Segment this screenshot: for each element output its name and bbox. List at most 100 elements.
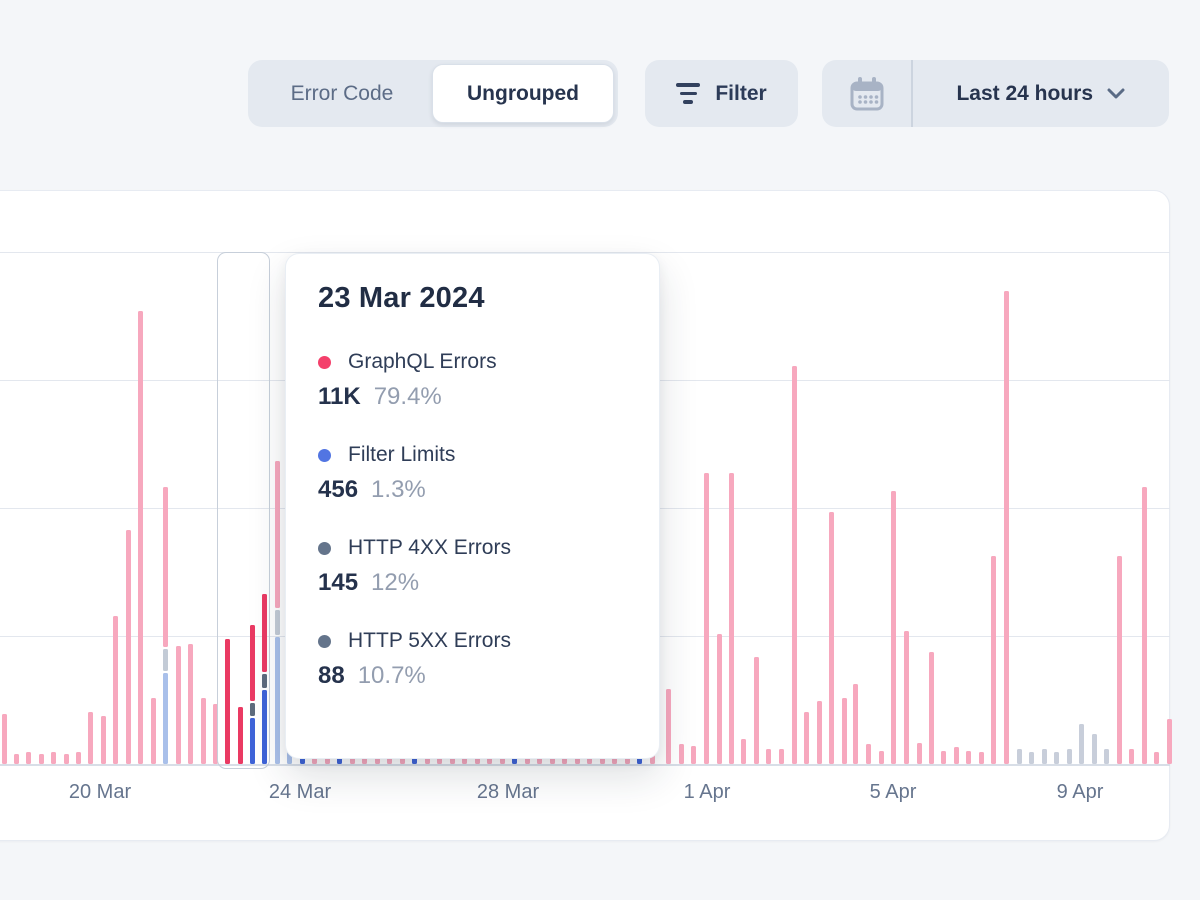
chart-bar[interactable]	[88, 712, 93, 764]
bar-segment-graphql-errors-dimmed	[842, 698, 847, 764]
chart-bar[interactable]	[779, 749, 784, 764]
filter-limits-dot-icon	[318, 449, 331, 462]
http-5xx-dot-icon	[318, 635, 331, 648]
chart-bar[interactable]	[1092, 734, 1097, 764]
tooltip-entry-label: HTTP 5XX Errors	[348, 629, 511, 653]
bar-segment-graphql-errors-dimmed	[691, 746, 696, 764]
calendar-icon-button[interactable]	[822, 60, 911, 127]
bar-segment-http-errors-dimmed	[275, 610, 280, 635]
chart-bar[interactable]	[14, 754, 19, 764]
chart-bar[interactable]	[1142, 487, 1147, 764]
bar-segment-graphql-errors-dimmed	[754, 657, 759, 764]
chart-bar[interactable]	[991, 556, 996, 764]
tooltip-entry-percent: 1.3%	[371, 476, 426, 504]
chart-bar[interactable]	[842, 698, 847, 764]
chart-bar[interactable]	[741, 739, 746, 764]
chart-bar[interactable]	[666, 689, 671, 764]
chart-bar[interactable]	[64, 754, 69, 764]
chart-bar[interactable]	[1054, 752, 1059, 764]
filter-button[interactable]: Filter	[645, 60, 798, 127]
x-axis-tick-label: 28 Mar	[477, 781, 539, 804]
tab-ungrouped[interactable]: Ungrouped	[432, 64, 614, 123]
chart-bar[interactable]	[188, 644, 193, 764]
bar-segment-graphql-errors-dimmed	[717, 634, 722, 764]
date-range-button[interactable]: Last 24 hours	[822, 60, 1169, 127]
date-range-selector[interactable]: Last 24 hours	[913, 82, 1170, 106]
tooltip-entry-label: HTTP 4XX Errors	[348, 536, 511, 560]
chart-bar[interactable]	[138, 311, 143, 764]
grouping-segmented-control: Error Code Ungrouped	[248, 60, 618, 127]
chart-bar[interactable]	[201, 698, 206, 764]
bar-segment-http-errors-other	[1029, 752, 1034, 764]
tooltip-entry-value: 11K	[318, 383, 361, 411]
chart-bar[interactable]	[39, 754, 44, 764]
chart-bar[interactable]	[979, 752, 984, 764]
chart-bar[interactable]	[113, 616, 118, 764]
chart-bar[interactable]	[1004, 291, 1009, 764]
bar-segment-graphql-errors-dimmed	[979, 752, 984, 764]
chart-bar[interactable]	[151, 698, 156, 764]
chart-bar[interactable]	[126, 530, 131, 764]
chart-bar[interactable]	[792, 366, 797, 764]
chart-bar[interactable]	[1167, 719, 1172, 764]
chart-bar[interactable]	[1029, 752, 1034, 764]
tooltip-entry-http-5xx: HTTP 5XX Errors 88 10.7%	[318, 629, 627, 690]
chart-bar[interactable]	[829, 512, 834, 764]
bar-segment-graphql-errors-dimmed	[113, 616, 118, 764]
bar-segment-graphql-errors-dimmed	[1154, 752, 1159, 764]
chart-bar[interactable]	[929, 652, 934, 764]
chart-bar[interactable]	[275, 461, 280, 764]
selected-day-highlight[interactable]	[217, 252, 270, 769]
bar-segment-graphql-errors-dimmed	[891, 491, 896, 764]
chart-bar[interactable]	[1104, 749, 1109, 764]
x-axis-tick-label: 24 Mar	[269, 781, 331, 804]
chart-bar[interactable]	[954, 747, 959, 764]
chart-bar[interactable]	[691, 746, 696, 764]
filter-lines-icon	[676, 83, 700, 104]
chart-bar[interactable]	[917, 743, 922, 764]
chart-bar[interactable]	[717, 634, 722, 764]
bar-segment-graphql-errors-dimmed	[991, 556, 996, 764]
chart-bar[interactable]	[904, 631, 909, 764]
chart-bar[interactable]	[966, 751, 971, 764]
chart-bar[interactable]	[51, 752, 56, 764]
chart-bar[interactable]	[1017, 749, 1022, 764]
chart-bar[interactable]	[729, 473, 734, 764]
chart-bar[interactable]	[879, 751, 884, 764]
bar-segment-graphql-errors-dimmed	[954, 747, 959, 764]
tab-error-code[interactable]: Error Code	[252, 64, 432, 123]
chart-bar[interactable]	[866, 744, 871, 764]
chart-bar[interactable]	[817, 701, 822, 764]
chart-bar[interactable]	[1067, 749, 1072, 764]
chart-bar[interactable]	[1129, 749, 1134, 764]
x-axis-tick-label: 20 Mar	[69, 781, 131, 804]
chart-bar[interactable]	[26, 752, 31, 764]
chart-bar[interactable]	[766, 749, 771, 764]
bar-segment-graphql-errors-dimmed	[1167, 719, 1172, 764]
chart-bar[interactable]	[704, 473, 709, 764]
tooltip-entry-percent: 79.4%	[374, 383, 442, 411]
bar-segment-graphql-errors-dimmed	[779, 749, 784, 764]
chart-bar[interactable]	[853, 684, 858, 764]
chart-bar[interactable]	[101, 716, 106, 764]
bar-segment-filter-limits-dimmed	[163, 673, 168, 764]
chart-bar[interactable]	[163, 487, 168, 764]
chart-bar[interactable]	[1154, 752, 1159, 764]
chart-bar[interactable]	[1042, 749, 1047, 764]
chart-bar[interactable]	[1079, 724, 1084, 764]
chart-bar[interactable]	[679, 744, 684, 764]
chart-bar[interactable]	[76, 752, 81, 764]
chart-bar[interactable]	[891, 491, 896, 764]
chart-bar[interactable]	[754, 657, 759, 764]
bar-segment-graphql-errors-dimmed	[804, 712, 809, 764]
chart-bar[interactable]	[176, 646, 181, 764]
x-axis-tick-label: 9 Apr	[1057, 781, 1104, 804]
chart-bar[interactable]	[2, 714, 7, 764]
chart-bar[interactable]	[804, 712, 809, 764]
bar-segment-graphql-errors-dimmed	[792, 366, 797, 764]
bar-segment-graphql-errors-dimmed	[64, 754, 69, 764]
bar-segment-http-errors-other	[1067, 749, 1072, 764]
chart-bar[interactable]	[941, 751, 946, 764]
tooltip-entry-value: 456	[318, 476, 358, 504]
chart-bar[interactable]	[1117, 556, 1122, 764]
